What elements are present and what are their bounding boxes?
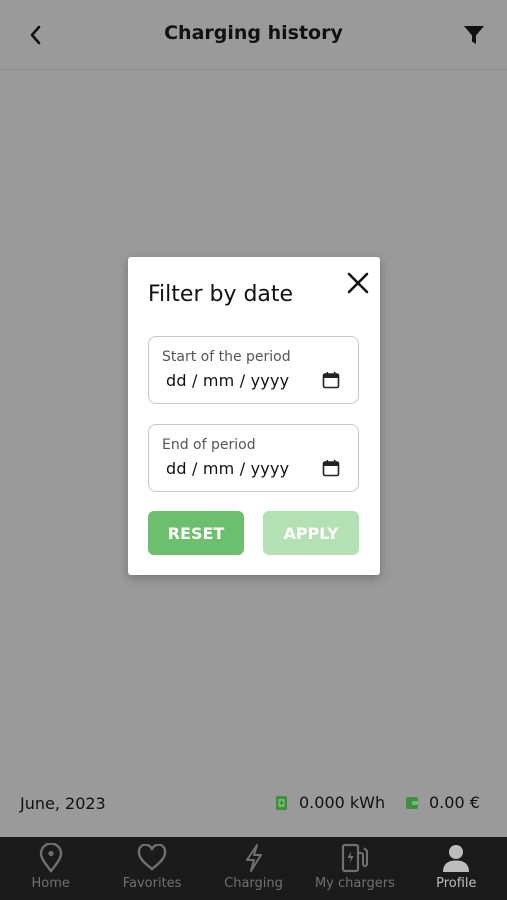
map-pin-icon — [39, 843, 62, 873]
cost-total: 0.00 € — [405, 793, 480, 812]
nav-label-profile: Profile — [436, 876, 477, 891]
heart-icon — [137, 844, 167, 871]
nav-item-home[interactable]: Home — [0, 837, 101, 900]
nav-item-favorites[interactable]: Favorites — [101, 837, 202, 900]
charger-station-icon — [341, 843, 368, 873]
funnel-icon — [464, 26, 484, 44]
page-title: Charging history — [164, 22, 343, 44]
wallet-icon — [406, 796, 418, 809]
apply-button[interactable]: APPLY — [263, 511, 359, 555]
close-icon — [347, 272, 369, 294]
reset-button[interactable]: RESET — [148, 511, 244, 555]
close-button[interactable] — [344, 269, 372, 297]
nav-label-my-chargers: My chargers — [314, 876, 395, 891]
nav-label-favorites: Favorites — [122, 876, 182, 891]
nav-label-home: Home — [31, 876, 70, 891]
nav-item-my-chargers[interactable]: My chargers — [304, 837, 405, 900]
start-date-input[interactable]: dd / mm / yyyy — [166, 371, 289, 390]
end-date-input[interactable]: dd / mm / yyyy — [166, 459, 289, 478]
lightning-icon — [245, 844, 262, 872]
month-summary: June, 2023 0.000 kWh 0.00 € — [0, 780, 507, 826]
end-date-label: End of period — [162, 437, 256, 453]
app-header: Charging history — [0, 0, 507, 70]
filter-dialog: Filter by date Start of the period dd / … — [128, 257, 380, 575]
calendar-icon[interactable] — [322, 459, 340, 477]
end-date-field[interactable]: End of period dd / mm / yyyy — [148, 424, 359, 492]
nav-item-profile[interactable]: Profile — [406, 837, 507, 900]
charger-icon — [276, 795, 287, 810]
month-label: June, 2023 — [20, 794, 106, 813]
filter-button[interactable] — [459, 20, 489, 50]
energy-value: 0.000 kWh — [299, 793, 386, 812]
start-date-field[interactable]: Start of the period dd / mm / yyyy — [148, 336, 359, 404]
start-date-label: Start of the period — [162, 349, 291, 365]
bottom-nav: Home Favorites Charging My chargers Prof… — [0, 837, 507, 900]
calendar-icon[interactable] — [322, 371, 340, 389]
energy-total: 0.000 kWh — [275, 793, 385, 812]
person-icon — [443, 845, 470, 872]
nav-item-charging[interactable]: Charging — [203, 837, 304, 900]
cost-value: 0.00 € — [429, 793, 480, 812]
nav-label-charging: Charging — [224, 876, 283, 891]
dialog-title: Filter by date — [148, 282, 294, 307]
